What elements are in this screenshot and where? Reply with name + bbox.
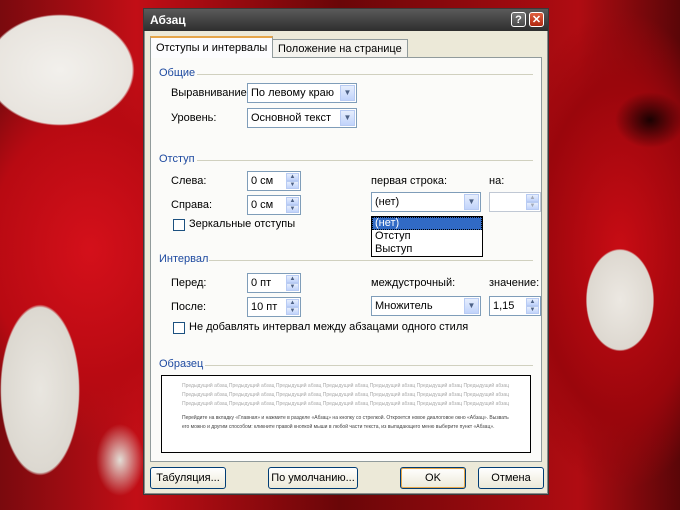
- left-indent-label: Слева:: [171, 175, 207, 187]
- spin-down-icon[interactable]: ▼: [286, 181, 299, 189]
- dialog-title: Абзац: [150, 13, 186, 27]
- first-line-label: первая строка:: [371, 175, 448, 187]
- mirror-indents-checkbox[interactable]: [173, 219, 185, 231]
- chevron-down-icon[interactable]: ▼: [464, 298, 479, 314]
- help-button[interactable]: ?: [511, 12, 526, 27]
- first-line-select[interactable]: (нет) ▼: [371, 192, 481, 212]
- tab-indents-spacing[interactable]: Отступы и интервалы: [150, 36, 274, 58]
- preview-box: Предыдущий абзац Предыдущий абзац Предыд…: [161, 375, 531, 453]
- right-indent-label: Справа:: [171, 199, 213, 211]
- spin-down-icon[interactable]: ▼: [526, 202, 539, 210]
- by-field[interactable]: ▲ ▼: [489, 192, 541, 212]
- spin-down-icon[interactable]: ▼: [286, 283, 299, 291]
- alignment-label: Выравнивание:: [171, 87, 250, 99]
- paragraph-dialog: Абзац ? ✕ Отступы и интервалы Положение …: [143, 8, 549, 495]
- right-indent-value: 0 см: [251, 199, 274, 211]
- no-space-checkbox[interactable]: [173, 322, 185, 334]
- level-select[interactable]: Основной текст ▼: [247, 108, 357, 128]
- spin-up-icon[interactable]: ▲: [286, 197, 299, 205]
- preview-section-title: Образец: [159, 358, 204, 370]
- first-line-value: (нет): [375, 196, 400, 208]
- before-label: Перед:: [171, 277, 207, 289]
- by-label: на:: [489, 175, 505, 187]
- after-label: После:: [171, 301, 207, 313]
- spin-up-icon[interactable]: ▲: [526, 298, 539, 306]
- after-field[interactable]: 10 пт ▲ ▼: [247, 297, 301, 317]
- line-spacing-value: Множитель: [375, 300, 433, 312]
- set-default-button[interactable]: По умолчанию...: [268, 467, 358, 489]
- preview-sample-text: Перейдите на вкладку «Главная» и нажмите…: [182, 415, 509, 430]
- alignment-value: По левому краю: [251, 87, 334, 99]
- no-space-label[interactable]: Не добавлять интервал между абзацами одн…: [189, 321, 468, 333]
- chevron-down-icon[interactable]: ▼: [464, 194, 479, 210]
- right-indent-field[interactable]: 0 см ▲ ▼: [247, 195, 301, 215]
- spin-up-icon[interactable]: ▲: [286, 173, 299, 181]
- at-field[interactable]: 1,15 ▲ ▼: [489, 296, 541, 316]
- close-button[interactable]: ✕: [529, 12, 544, 27]
- before-field[interactable]: 0 пт ▲ ▼: [247, 273, 301, 293]
- after-value: 10 пт: [251, 301, 278, 313]
- spin-down-icon[interactable]: ▼: [286, 205, 299, 213]
- at-label: значение:: [489, 277, 540, 289]
- preview-prev-line: Предыдущий абзац Предыдущий абзац Предыд…: [182, 401, 510, 407]
- tabs-button[interactable]: Табуляция...: [150, 467, 226, 489]
- preview-prev-line: Предыдущий абзац Предыдущий абзац Предыд…: [182, 392, 510, 398]
- general-divider: [197, 74, 533, 75]
- first-line-dropdown: (нет) Отступ Выступ: [371, 216, 483, 257]
- alignment-select[interactable]: По левому краю ▼: [247, 83, 357, 103]
- left-indent-value: 0 см: [251, 175, 274, 187]
- spin-up-icon[interactable]: ▲: [526, 194, 539, 202]
- indent-divider: [197, 160, 533, 161]
- tab-page: Общие Выравнивание: По левому краю ▼ Уро…: [150, 57, 542, 462]
- line-spacing-select[interactable]: Множитель ▼: [371, 296, 481, 316]
- title-bar[interactable]: Абзац ? ✕: [144, 9, 548, 31]
- tab-line-page-breaks[interactable]: Положение на странице: [272, 39, 408, 57]
- spin-down-icon[interactable]: ▼: [286, 307, 299, 315]
- indent-section-title: Отступ: [159, 153, 195, 165]
- left-indent-field[interactable]: 0 см ▲ ▼: [247, 171, 301, 191]
- dropdown-option-hanging[interactable]: Выступ: [372, 243, 482, 256]
- at-value: 1,15: [493, 300, 515, 312]
- level-label: Уровень:: [171, 112, 217, 124]
- level-value: Основной текст: [251, 112, 331, 124]
- cancel-button[interactable]: Отмена: [478, 467, 544, 489]
- dropdown-option-none[interactable]: (нет): [372, 217, 482, 230]
- mirror-indents-label[interactable]: Зеркальные отступы: [189, 218, 295, 230]
- line-spacing-label: междустрочный:: [371, 277, 456, 289]
- spacing-section-title: Интервал: [159, 253, 209, 265]
- chevron-down-icon[interactable]: ▼: [340, 85, 355, 101]
- chevron-down-icon[interactable]: ▼: [340, 110, 355, 126]
- general-section-title: Общие: [159, 67, 196, 79]
- spin-down-icon[interactable]: ▼: [526, 306, 539, 314]
- before-value: 0 пт: [251, 277, 272, 289]
- spin-up-icon[interactable]: ▲: [286, 299, 299, 307]
- dropdown-option-indent[interactable]: Отступ: [372, 230, 482, 243]
- preview-divider: [205, 365, 533, 366]
- preview-prev-line: Предыдущий абзац Предыдущий абзац Предыд…: [182, 383, 510, 389]
- spin-up-icon[interactable]: ▲: [286, 275, 299, 283]
- spacing-divider: [209, 260, 533, 261]
- ok-button[interactable]: OK: [400, 467, 466, 489]
